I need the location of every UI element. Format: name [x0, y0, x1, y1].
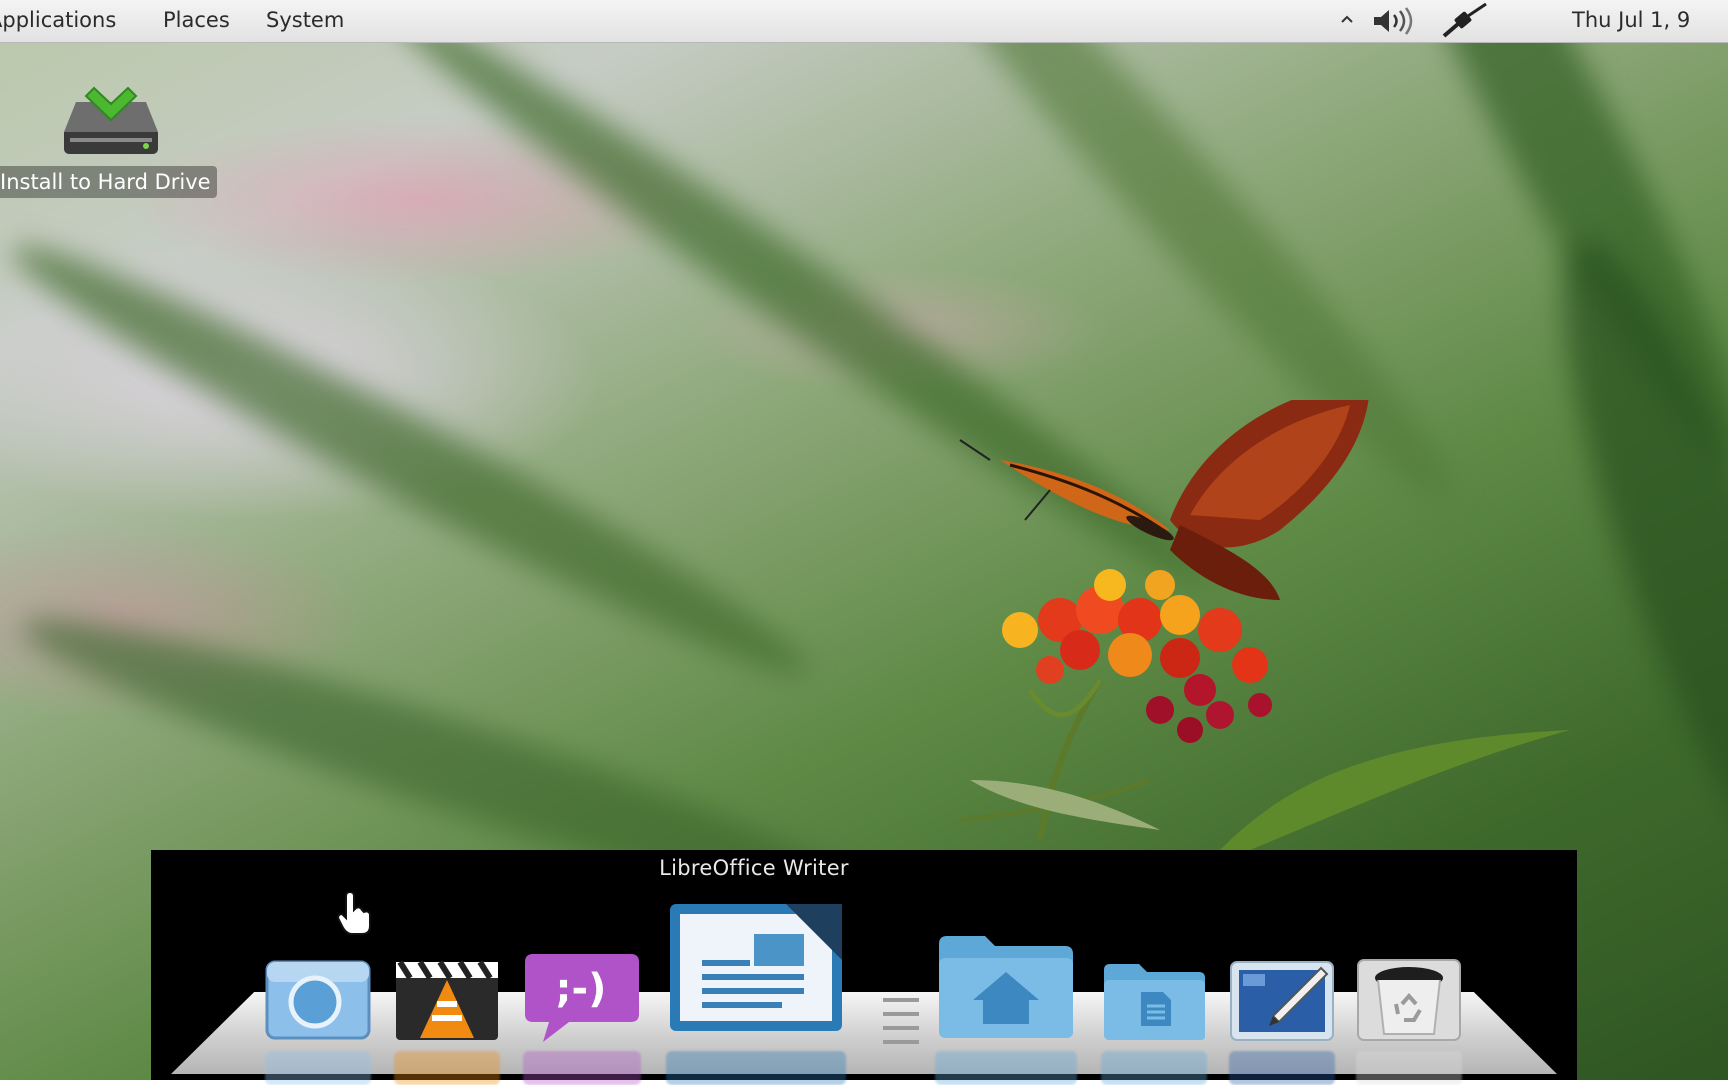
- chromium-icon[interactable]: [265, 960, 371, 1040]
- panel-clock[interactable]: Thu Jul 1, 9: [1572, 8, 1690, 32]
- svg-text:;-): ;-): [556, 966, 607, 1012]
- menu-places[interactable]: Places: [163, 8, 230, 32]
- dock-tooltip: LibreOffice Writer: [659, 856, 849, 880]
- dock-reflections: [265, 1045, 1465, 1085]
- up-arrow-icon[interactable]: [1340, 14, 1354, 24]
- drawing-app-icon[interactable]: [1229, 960, 1335, 1042]
- menu-system[interactable]: System: [266, 8, 344, 32]
- volume-icon[interactable]: [1372, 7, 1418, 35]
- menu-applications[interactable]: Applications: [0, 8, 116, 32]
- trash-icon[interactable]: [1356, 958, 1462, 1042]
- install-drive-icon: [64, 86, 158, 154]
- vlc-icon[interactable]: [394, 958, 500, 1042]
- libreoffice-writer-icon[interactable]: [666, 900, 846, 1035]
- pidgin-icon[interactable]: ;-): [523, 950, 641, 1046]
- hand-cursor-icon: [336, 892, 371, 935]
- home-folder-icon[interactable]: [935, 930, 1077, 1042]
- documents-folder-icon[interactable]: [1101, 960, 1207, 1042]
- dock: LibreOffice Writer ;-): [151, 850, 1577, 1085]
- network-cable-icon[interactable]: [1440, 2, 1490, 40]
- butterfly-flower-image: [959, 400, 1570, 850]
- top-panel: Applications Places System Thu Jul 1, 9: [0, 0, 1728, 43]
- desktop-icon-label[interactable]: Install to Hard Drive: [0, 166, 217, 198]
